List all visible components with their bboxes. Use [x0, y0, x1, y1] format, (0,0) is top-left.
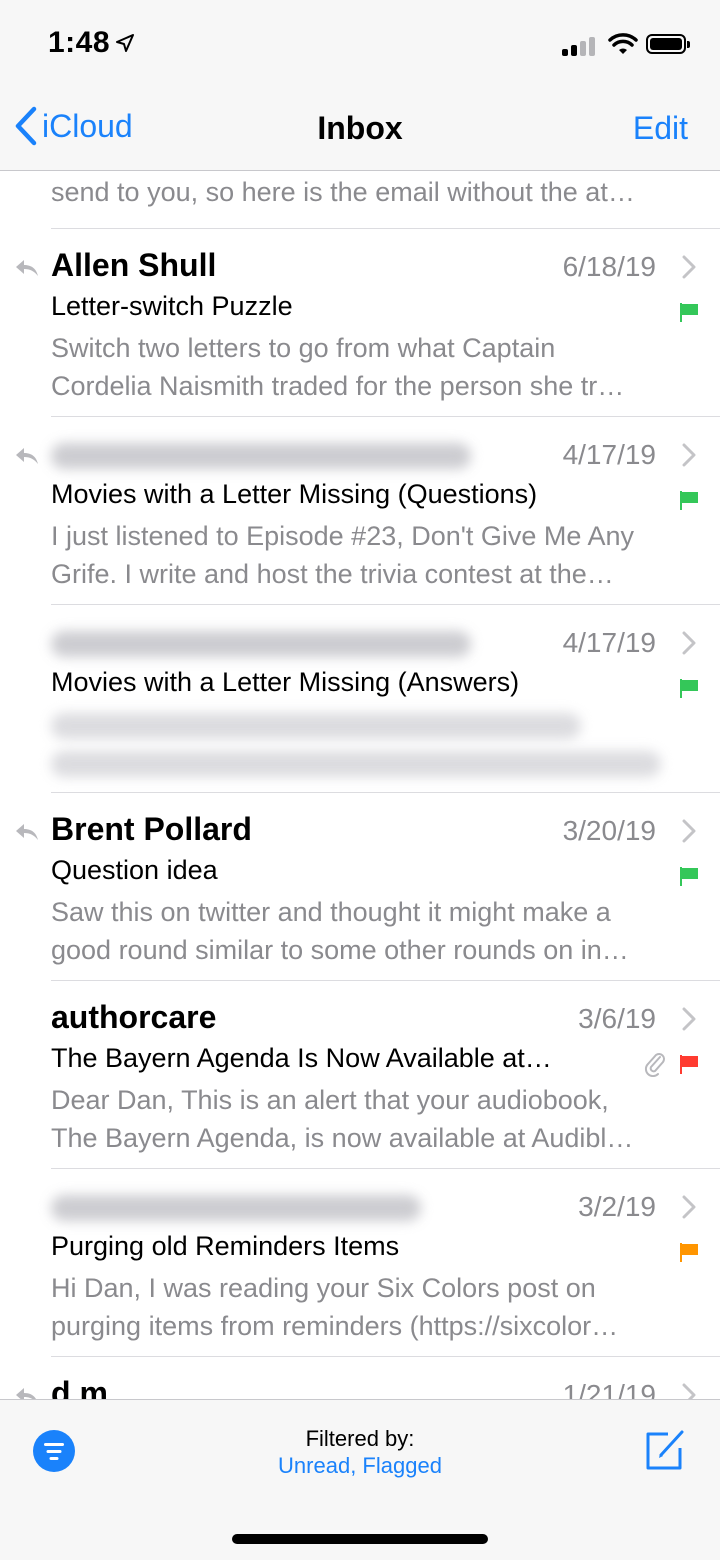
message-subject: Movies with a Letter Missing (Questions) [51, 479, 538, 509]
page-title: Inbox [317, 110, 403, 146]
edit-button[interactable]: Edit [633, 110, 688, 147]
sender-name: Brent Pollard [51, 811, 252, 847]
flag-icon [680, 867, 698, 886]
message-row-partial[interactable]: send to you, so here is the email withou… [51, 171, 720, 229]
filter-label: Filtered by: [305, 1426, 415, 1451]
message-row[interactable]: authorcare 3/6/19 The Bayern Agenda Is N… [0, 981, 720, 1169]
chevron-right-icon [682, 1383, 696, 1399]
message-row[interactable]: Brent Pollard 3/20/19 Question idea Saw … [0, 793, 720, 981]
message-preview: I just listened to Episode #23, Don't Gi… [51, 521, 634, 589]
message-date: 3/6/19 [578, 1003, 656, 1034]
flag-icon [680, 1055, 698, 1074]
message-preview: Switch two letters to go from what Capta… [51, 333, 625, 401]
message-date: 3/2/19 [578, 1191, 656, 1222]
message-list[interactable]: send to you, so here is the email withou… [0, 171, 720, 1399]
message-row[interactable]: 4/17/19 Movies with a Letter Missing (An… [0, 605, 720, 793]
chevron-right-icon [682, 443, 696, 467]
status-time: 1:48 [48, 26, 111, 59]
home-indicator[interactable] [232, 1534, 488, 1544]
message-date: 3/20/19 [562, 815, 656, 846]
reply-icon [16, 260, 38, 276]
sender-name: Allen Shull [51, 247, 217, 283]
chevron-right-icon [682, 631, 696, 655]
wifi-icon [608, 33, 638, 54]
message-preview: Hi Dan, I was reading your Six Colors po… [51, 1273, 619, 1341]
message-preview: Saw this on twitter and thought it might… [51, 897, 629, 965]
redacted-sender [51, 631, 471, 657]
message-row[interactable]: 3/2/19 Purging old Reminders Items Hi Da… [0, 1169, 720, 1357]
status-bar: 1:48 [0, 0, 720, 90]
flag-icon [680, 1243, 698, 1262]
chevron-right-icon [682, 1007, 696, 1031]
filter-value-link[interactable]: Unread, Flagged [0, 1453, 720, 1479]
location-arrow-icon [116, 34, 134, 52]
reply-icon [16, 1388, 36, 1399]
redacted-preview [51, 713, 581, 739]
battery-icon [646, 34, 690, 54]
message-subject: Purging old Reminders Items [51, 1231, 400, 1261]
sender-name: authorcare [51, 999, 217, 1035]
message-row[interactable]: Allen Shull 6/18/19 Letter-switch Puzzle… [0, 229, 720, 417]
flag-icon [680, 679, 698, 698]
message-row[interactable]: d.m 1/21/19 [0, 1357, 720, 1399]
redacted-preview [51, 751, 661, 777]
message-date: 4/17/19 [562, 627, 656, 658]
message-preview: Dear Dan, This is an alert that your aud… [51, 1085, 634, 1153]
paperclip-icon [644, 1053, 665, 1077]
bottom-toolbar: Filtered by: Unread, Flagged [0, 1399, 720, 1560]
message-preview: send to you, so here is the email withou… [51, 177, 635, 207]
compose-icon[interactable] [644, 1428, 686, 1472]
flag-icon [680, 491, 698, 510]
message-subject: Question idea [51, 855, 218, 885]
sender-name: d.m [51, 1375, 108, 1399]
navigation-bar: iCloud Inbox Edit [0, 90, 720, 171]
message-subject: Movies with a Letter Missing (Answers) [51, 667, 520, 697]
redacted-sender [51, 443, 471, 469]
message-date: 6/18/19 [562, 251, 656, 282]
redacted-sender [51, 1195, 421, 1221]
message-subject: The Bayern Agenda Is Now Available at… [51, 1043, 552, 1073]
reply-icon [16, 448, 38, 464]
chevron-right-icon [682, 819, 696, 843]
message-date: 4/17/19 [562, 439, 656, 470]
chevron-right-icon [682, 255, 696, 279]
message-date: 1/21/19 [562, 1379, 656, 1399]
flag-icon [680, 303, 698, 322]
chevron-right-icon [682, 1195, 696, 1219]
cellular-signal-icon [562, 36, 598, 56]
reply-icon [16, 824, 38, 840]
message-row[interactable]: 4/17/19 Movies with a Letter Missing (Qu… [0, 417, 720, 605]
message-subject: Letter-switch Puzzle [51, 291, 293, 321]
